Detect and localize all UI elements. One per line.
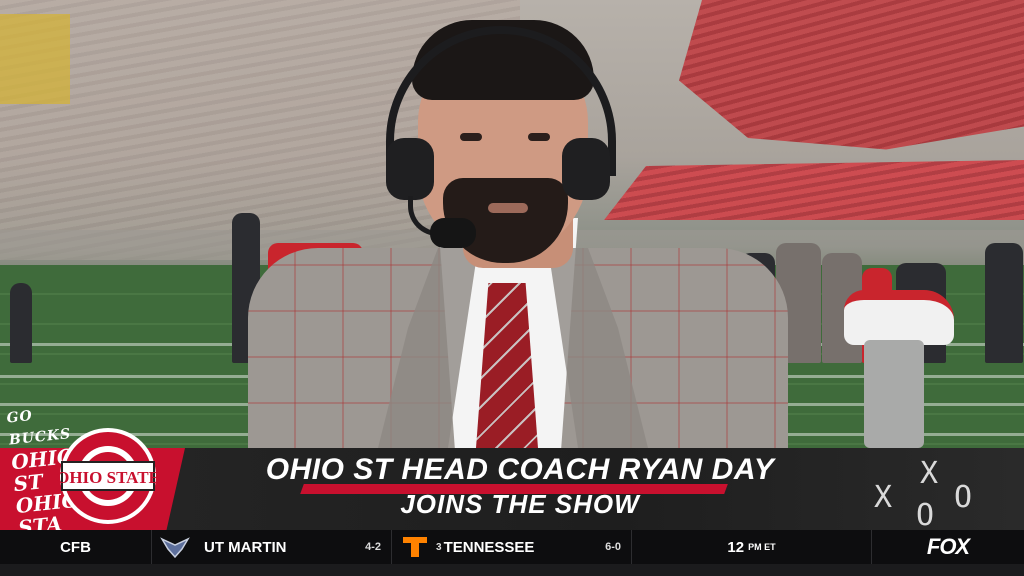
stadium-sign: [0, 14, 70, 104]
fox-network-logo: FOX: [926, 534, 970, 559]
score-ticker: CFB UT MARTIN 4-2 3 TENNESSEE 6-0 12 PM …: [0, 530, 1024, 564]
lower-third-headline: OHIO ST HEAD COACH RYAN DAY JOINS THE SH…: [240, 448, 800, 520]
sideline-person: [10, 283, 32, 363]
ticker-bottom-bar: [0, 564, 1024, 576]
away-team-record: 4-2: [365, 541, 381, 553]
game-time: 12: [727, 538, 745, 556]
headset-earcup: [562, 138, 610, 200]
coach-on-camera: [248, 18, 788, 448]
stretching-player: [834, 280, 964, 448]
ticker-home-team: 3 TENNESSEE 6-0: [392, 530, 632, 564]
sideline-person: [985, 243, 1023, 363]
headset-microphone: [430, 218, 476, 248]
ticker-away-team: UT MARTIN 4-2: [152, 530, 392, 564]
away-team-name: UT MARTIN: [204, 538, 287, 556]
headset-earcup: [386, 138, 434, 200]
game-time-suffix: PM ET: [748, 542, 776, 552]
home-team-rank: 3: [436, 541, 442, 553]
headline-line-1: OHIO ST HEAD COACH RYAN DAY: [265, 453, 775, 486]
x-o-play-diagram: X O X O: [874, 456, 973, 533]
ticker-game-time: 12 PM ET: [632, 530, 872, 564]
broadcast-video-frame: [0, 0, 1024, 448]
home-team-name: TENNESSEE: [443, 538, 535, 556]
ohio-state-wordmark: OHIO STATE: [56, 468, 160, 487]
ut-martin-skyhawk-icon: [160, 534, 190, 560]
ohio-state-logo: OHIO STATE: [56, 428, 160, 524]
home-team-record: 6-0: [605, 541, 621, 553]
ticker-league: CFB: [0, 530, 152, 564]
headline-line-2: JOINS THE SHOW: [400, 489, 640, 519]
tennessee-t-icon: [400, 534, 430, 560]
